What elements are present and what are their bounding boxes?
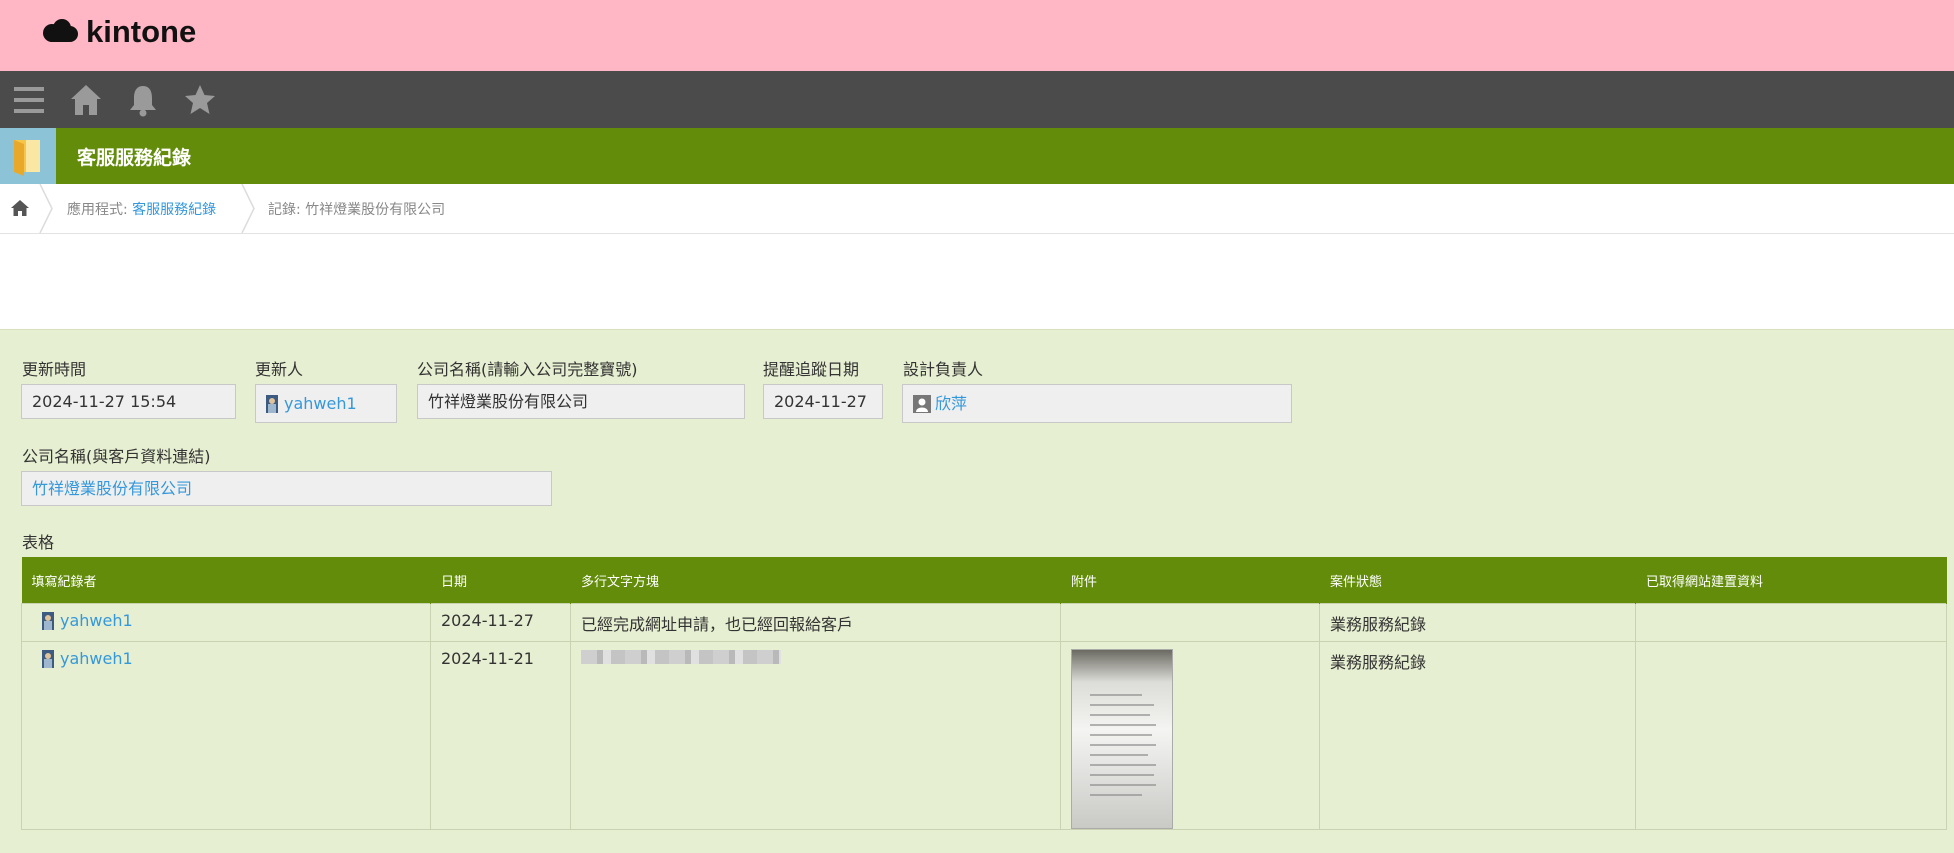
- recorder-cell: yahweh1: [21, 603, 431, 642]
- breadcrumb-app: 應用程式: 客服服務紀錄: [67, 199, 216, 219]
- bell-icon[interactable]: [125, 82, 161, 118]
- user-avatar-icon: [266, 395, 278, 413]
- updater-field: yahweh1: [255, 384, 397, 423]
- updated-time-label: 更新時間: [22, 360, 87, 379]
- column-header-date: 日期: [430, 557, 571, 604]
- designer-link[interactable]: 欣萍: [935, 394, 967, 413]
- breadcrumb: 應用程式: 客服服務紀錄 記錄: 竹祥燈業股份有限公司: [0, 184, 1954, 234]
- date-cell: 2024-11-21: [430, 641, 571, 830]
- breadcrumb-separator-icon: [39, 184, 53, 233]
- site-data-cell: [1635, 603, 1947, 642]
- breadcrumb-separator-icon: [241, 184, 255, 233]
- attachment-cell: [1060, 641, 1320, 830]
- breadcrumb-app-prefix: 應用程式:: [67, 202, 133, 218]
- folder-icon: [14, 140, 40, 176]
- app-title[interactable]: 客服服務紀錄: [77, 143, 191, 170]
- company-link-label: 公司名稱(與客戶資料連結): [22, 447, 211, 466]
- text-cell: [570, 641, 1061, 830]
- recorder-link[interactable]: yahweh1: [60, 649, 133, 668]
- site-data-cell: [1635, 641, 1947, 830]
- table-label: 表格: [22, 533, 55, 552]
- updater-label: 更新人: [255, 360, 304, 379]
- breadcrumb-app-link[interactable]: 客服服務紀錄: [132, 202, 216, 218]
- breadcrumb-home-icon[interactable]: [10, 198, 30, 218]
- updater-link[interactable]: yahweh1: [284, 394, 357, 413]
- user-avatar-icon: [42, 612, 54, 630]
- column-header-attachment: 附件: [1060, 557, 1320, 604]
- status-cell: 業務服務紀錄: [1319, 603, 1636, 642]
- attachment-thumbnail[interactable]: [1071, 649, 1173, 829]
- company-name-value: 竹祥燈業股份有限公司: [417, 384, 745, 419]
- menu-icon[interactable]: [11, 82, 47, 118]
- company-name-label: 公司名稱(請輸入公司完整寶號): [417, 360, 638, 379]
- designer-label: 設計負責人: [903, 360, 984, 379]
- redacted-text: [581, 650, 781, 664]
- document-photo-icon: [1090, 694, 1156, 796]
- app-icon[interactable]: [0, 128, 56, 184]
- home-icon[interactable]: [68, 82, 104, 118]
- company-link-value[interactable]: 竹祥燈業股份有限公司: [32, 479, 192, 498]
- reminder-date-value: 2024-11-27: [763, 384, 883, 419]
- column-header-status: 案件狀態: [1319, 557, 1636, 604]
- table-row: yahweh1 2024-11-21 業務服務紀錄: [21, 641, 1947, 830]
- star-icon[interactable]: [182, 82, 218, 118]
- column-header-recorder: 填寫紀錄者: [21, 557, 431, 604]
- person-icon: [913, 395, 931, 413]
- app-header: 客服服務紀錄: [0, 128, 1954, 184]
- recorder-cell: yahweh1: [21, 641, 431, 830]
- reminder-date-label: 提醒追蹤日期: [763, 360, 860, 379]
- column-header-site-data: 已取得網站建置資料: [1635, 557, 1947, 604]
- subtable: 填寫紀錄者 日期 多行文字方塊 附件 案件狀態 已取得網站建置資料 yahweh…: [21, 557, 1947, 830]
- brand-name: kintone: [86, 14, 197, 49]
- recorder-link[interactable]: yahweh1: [60, 611, 133, 630]
- user-avatar-icon: [42, 650, 54, 668]
- column-header-text: 多行文字方塊: [570, 557, 1061, 604]
- updated-time-value: 2024-11-27 15:54: [21, 384, 236, 419]
- kintone-logo[interactable]: kintone: [40, 14, 196, 50]
- table-header-row: 填寫紀錄者 日期 多行文字方塊 附件 案件狀態 已取得網站建置資料: [21, 557, 1947, 604]
- status-cell: 業務服務紀錄: [1319, 641, 1636, 830]
- table-row: yahweh1 2024-11-27 已經完成網址申請，也已經回報給客戶 業務服…: [21, 603, 1947, 642]
- breadcrumb-record: 記錄: 竹祥燈業股份有限公司: [268, 202, 446, 218]
- date-cell: 2024-11-27: [430, 603, 571, 642]
- global-nav: [0, 71, 1954, 128]
- attachment-cell: [1060, 603, 1320, 642]
- cloud-logo-icon: [43, 19, 78, 42]
- designer-field: 欣萍: [902, 384, 1292, 423]
- brand-bar: kintone: [0, 0, 1954, 71]
- company-link-field: 竹祥燈業股份有限公司: [21, 471, 552, 506]
- text-cell: 已經完成網址申請，也已經回報給客戶: [570, 603, 1061, 642]
- toolbar-area: [0, 234, 1954, 330]
